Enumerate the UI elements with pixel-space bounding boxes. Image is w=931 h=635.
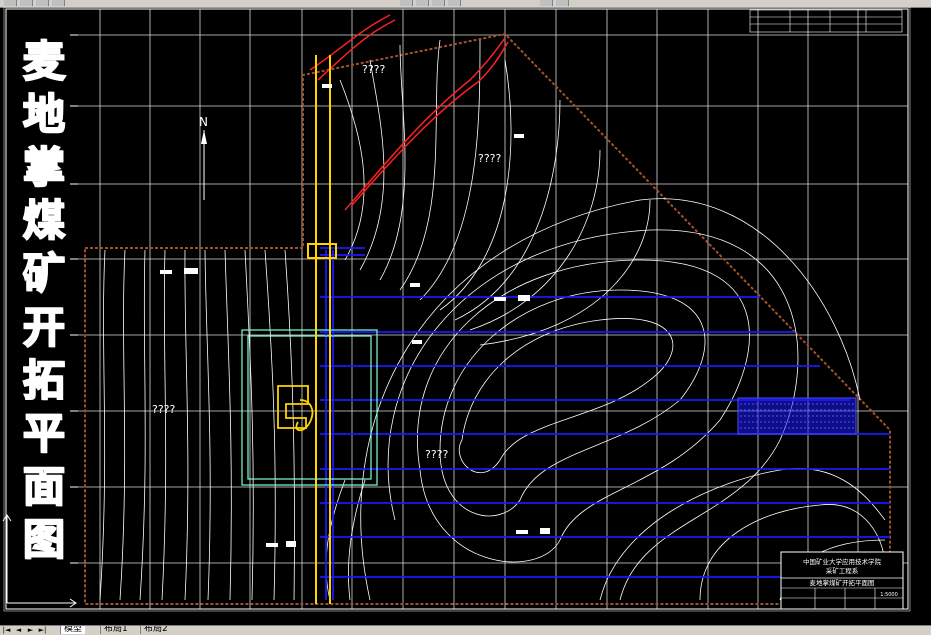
- unknown-label: ????: [425, 448, 449, 461]
- industrial-site: [241, 329, 378, 486]
- toolbar-button[interactable]: [416, 0, 429, 6]
- fault-zone: [309, 14, 509, 211]
- title-block: 中国矿业大学应用技术学院 采矿工程系 麦地掌煤矿开拓平面图 1:5000: [780, 551, 904, 610]
- title-char: 图: [22, 514, 66, 564]
- unknown-label: ????: [478, 152, 502, 165]
- title-char: 面: [22, 461, 66, 511]
- title-char: 平: [22, 408, 66, 458]
- coordinate-grid: [70, 9, 908, 609]
- title-char: 矿: [22, 249, 66, 299]
- drawing-canvas[interactable]: N ???? ???? ???? ???? 中国矿业大学应用技术学院 采矿工程系…: [0, 7, 931, 625]
- prev-tab-icon[interactable]: ◄: [14, 626, 23, 634]
- shaft-yard: [277, 385, 314, 432]
- header-table: [749, 9, 903, 33]
- title-block-drawing-name: 麦地掌煤矿开拓平面图: [810, 578, 875, 587]
- title-char: 掌: [22, 143, 66, 193]
- toolbar-button[interactable]: [20, 0, 33, 6]
- toolbar-button[interactable]: [52, 0, 65, 6]
- toolbar-button[interactable]: [556, 0, 569, 6]
- tab-layout1[interactable]: 布局1: [100, 626, 131, 634]
- title-block-department: 采矿工程系: [826, 566, 859, 575]
- tab-model[interactable]: 模型: [60, 626, 86, 634]
- last-tab-icon[interactable]: ►|: [38, 626, 47, 634]
- unknown-label: ????: [362, 63, 386, 76]
- toolbar-button[interactable]: [36, 0, 49, 6]
- drawing-title-vertical: 麦 地 掌 煤 矿 开 拓 平 面 图: [18, 37, 70, 565]
- title-char: 煤: [22, 196, 66, 246]
- first-tab-icon[interactable]: |◄: [2, 626, 11, 634]
- toolbar-button[interactable]: [432, 0, 445, 6]
- title-char: 地: [22, 90, 66, 140]
- unknown-label: ????: [152, 403, 176, 416]
- toolbar-button[interactable]: [400, 0, 413, 6]
- toolbar-button[interactable]: [540, 0, 553, 6]
- contour-lines: [99, 39, 886, 601]
- axis-ticks: [70, 34, 78, 564]
- toolbar-button[interactable]: [4, 0, 17, 6]
- tab-layout2[interactable]: 布局2: [140, 626, 171, 634]
- title-char: 拓: [22, 355, 66, 405]
- next-tab-icon[interactable]: ►: [26, 626, 35, 634]
- north-letter: N: [199, 115, 208, 129]
- title-block-scale: 1:5000: [880, 592, 898, 598]
- working-face: [737, 397, 857, 435]
- title-block-university: 中国矿业大学应用技术学院: [803, 557, 882, 566]
- title-char: 麦: [22, 37, 66, 87]
- title-char: 开: [22, 302, 66, 352]
- toolbar-button[interactable]: [448, 0, 461, 6]
